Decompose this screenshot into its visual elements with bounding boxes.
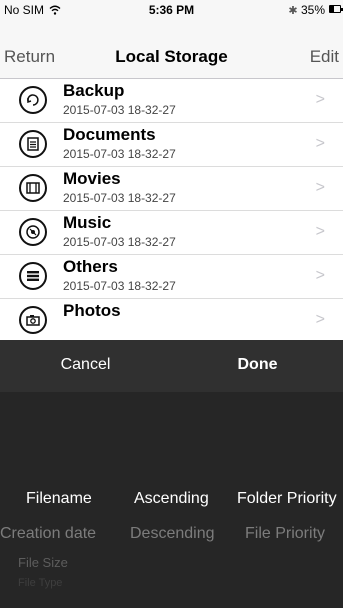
item-name: Movies: [63, 169, 121, 188]
chevron-right-icon: >: [315, 135, 325, 152]
documents-icon: [19, 130, 47, 158]
battery-fill: [330, 6, 334, 12]
picker-toolbar: Cancel Done: [0, 340, 343, 392]
chevron-right-icon: >: [315, 311, 325, 328]
list-item-movies[interactable]: Movies 2015-07-03 18-32-27 >: [0, 167, 343, 211]
list-item-backup[interactable]: Backup 2015-07-03 18-32-27 >: [0, 79, 343, 123]
cancel-button[interactable]: Cancel: [0, 356, 171, 374]
page-title: Local Storage: [115, 47, 228, 66]
battery-icon: [329, 5, 341, 13]
item-date: 2015-07-03 18-32-27: [63, 191, 176, 205]
picker-option-selected[interactable]: Filename: [26, 490, 92, 508]
item-date: 2015-07-03 18-32-27: [63, 147, 176, 161]
picker-option[interactable]: File Type: [18, 577, 62, 589]
picker-option[interactable]: Descending: [130, 525, 215, 543]
backup-icon: [19, 86, 47, 114]
list-item-documents[interactable]: Documents 2015-07-03 18-32-27 >: [0, 123, 343, 167]
done-button[interactable]: Done: [172, 356, 343, 374]
disc-icon: [19, 218, 47, 246]
navigation-bar: Return Local Storage Edit: [0, 20, 343, 79]
edit-button[interactable]: Edit: [310, 47, 339, 67]
picker-option[interactable]: Creation date: [0, 525, 96, 543]
chevron-right-icon: >: [315, 179, 325, 196]
item-name: Backup: [63, 81, 125, 100]
item-date: 2015-07-03 18-32-27: [63, 279, 176, 293]
camera-icon: [19, 306, 47, 334]
battery-status: ✱ 35%: [288, 3, 325, 17]
item-date: 2015-07-03 18-32-27: [63, 103, 176, 117]
folder-list: Backup 2015-07-03 18-32-27 > Documents 2…: [0, 79, 343, 343]
list-item-music[interactable]: Music 2015-07-03 18-32-27 >: [0, 211, 343, 255]
chevron-right-icon: >: [315, 267, 325, 284]
chevron-right-icon: >: [315, 223, 325, 240]
sort-picker[interactable]: Filename Creation date File Size File Ty…: [0, 392, 343, 608]
picker-option-selected[interactable]: Ascending: [134, 490, 209, 508]
battery-percent: 35%: [300, 3, 325, 17]
picker-option[interactable]: File Size: [18, 555, 68, 570]
film-icon: [19, 174, 47, 202]
item-name: Others: [63, 257, 118, 276]
item-name: Documents: [63, 125, 156, 144]
bluetooth-icon: ✱: [288, 5, 298, 17]
item-name: Music: [63, 213, 112, 232]
chevron-right-icon: >: [315, 91, 325, 108]
picker-option-selected[interactable]: Folder Priority: [237, 490, 337, 508]
status-bar: No SIM 5:36 PM ✱ 35%: [0, 0, 343, 20]
item-date: 2015-07-03 18-32-27: [63, 235, 176, 249]
stack-icon: [19, 262, 47, 290]
list-item-photos[interactable]: Photos >: [0, 299, 343, 343]
item-name: Photos: [63, 301, 121, 320]
list-item-others[interactable]: Others 2015-07-03 18-32-27 >: [0, 255, 343, 299]
picker-option[interactable]: File Priority: [245, 525, 325, 543]
